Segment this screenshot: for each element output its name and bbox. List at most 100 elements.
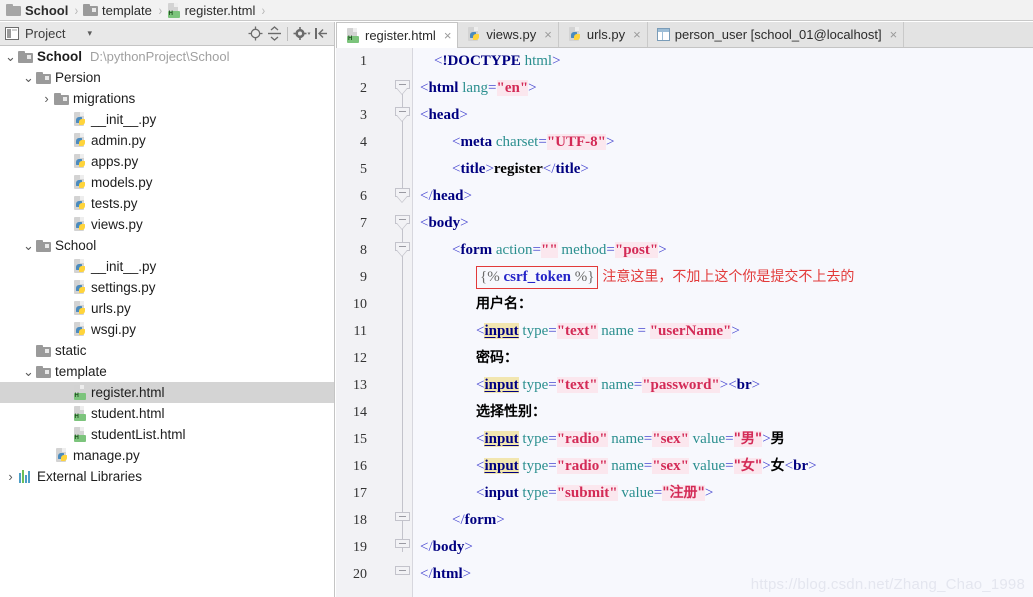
- tree-item-label: External Libraries: [37, 469, 143, 484]
- hide-panel-icon[interactable]: [312, 25, 330, 43]
- breadcrumb-item-template[interactable]: template: [83, 3, 152, 18]
- line-number: 4: [360, 135, 367, 150]
- pycharm-window: School › template › H register.html › Pr…: [0, 0, 1033, 597]
- close-icon[interactable]: ×: [890, 27, 898, 42]
- tree-item-label: manage.py: [73, 448, 140, 463]
- chevron-right-icon[interactable]: ›: [40, 91, 53, 106]
- tree-item-persion[interactable]: ⌄ Persion: [0, 67, 334, 88]
- tree-item-manage-py[interactable]: manage.py: [0, 445, 334, 466]
- breadcrumb-item-register-html[interactable]: H register.html: [167, 2, 255, 18]
- gutter-separator: [412, 48, 413, 597]
- line-number: 1: [360, 54, 367, 69]
- fold-toggle-icon[interactable]: [395, 107, 410, 123]
- line-number: 11: [353, 324, 367, 339]
- locate-in-tree-icon[interactable]: [246, 25, 264, 43]
- tag-head: head: [428, 107, 460, 123]
- code-content[interactable]: <!DOCTYPE html> <html lang="en"> <head> …: [414, 48, 1033, 597]
- tree-item-label: migrations: [73, 91, 136, 106]
- chevron-down-icon[interactable]: ⌄: [4, 50, 17, 63]
- tree-item-school[interactable]: ⌄ School D:\pythonProject\School: [0, 46, 334, 67]
- line-number: 8: [360, 243, 367, 258]
- tree-item-student-html[interactable]: Hstudent.html: [0, 403, 334, 424]
- fold-toggle-icon[interactable]: [395, 80, 410, 96]
- tree-item-wsgi-py[interactable]: wsgi.py: [0, 319, 334, 340]
- chevron-right-icon[interactable]: ›: [4, 469, 17, 484]
- collapse-all-icon[interactable]: [265, 25, 283, 43]
- python-file-icon: [568, 27, 582, 42]
- close-icon[interactable]: ×: [633, 27, 641, 42]
- breadcrumb-item-school[interactable]: School: [6, 3, 68, 18]
- django-csrf-token: csrf_token: [503, 269, 571, 286]
- tree-item-label: studentList.html: [91, 427, 186, 442]
- chevron-down-icon[interactable]: ▾: [87, 29, 92, 38]
- chevron-down-icon[interactable]: ⌄: [22, 365, 35, 378]
- fold-toggle-icon[interactable]: [395, 512, 410, 528]
- code-line-8: <form action="" method="post">: [452, 242, 667, 258]
- folder-icon: [6, 4, 21, 16]
- project-tree[interactable]: ⌄ School D:\pythonProject\School ⌄ Persion › m…: [0, 46, 335, 597]
- editor-tab-bar[interactable]: Hregister.html × views.py × urls.py × person_u…: [336, 22, 1033, 48]
- database-table-icon: [656, 28, 670, 41]
- tag-title-open: title: [460, 161, 486, 177]
- attr-lang: lang: [462, 80, 489, 96]
- attr-action: action: [495, 242, 533, 258]
- tree-item-template[interactable]: ⌄ template: [0, 361, 334, 382]
- tree-item-models-py[interactable]: models.py: [0, 172, 334, 193]
- tree-item-label: urls.py: [91, 301, 131, 316]
- line-number: 19: [353, 540, 367, 555]
- tree-item-studentlist-html[interactable]: HstudentList.html: [0, 424, 334, 445]
- tree-item-init-py[interactable]: __init__.py: [0, 256, 334, 277]
- editor-tab-label: register.html: [365, 28, 436, 43]
- editor-tab-person-user-school-01-localhost[interactable]: person_user [school_01@localhost] ×: [648, 22, 905, 47]
- close-icon[interactable]: ×: [544, 27, 552, 42]
- python-file-icon: [71, 175, 88, 190]
- fold-toggle-icon[interactable]: [395, 188, 410, 204]
- tree-item-admin-py[interactable]: admin.py: [0, 130, 334, 151]
- code-line-14: 选择性别：: [414, 399, 1033, 426]
- tree-item-settings-py[interactable]: settings.py: [0, 277, 334, 298]
- tree-item-migrations[interactable]: › migrations: [0, 88, 334, 109]
- tag-br: br: [736, 377, 752, 393]
- code-line-17: <input type="submit" value="注册">: [476, 485, 714, 501]
- tag-form: form: [460, 242, 493, 258]
- tree-item-school[interactable]: ⌄ School: [0, 235, 334, 256]
- tree-item-init-py[interactable]: __init__.py: [0, 109, 334, 130]
- close-icon[interactable]: ×: [444, 28, 452, 43]
- chevron-down-icon[interactable]: ⌄: [22, 71, 35, 84]
- tree-item-external-libraries[interactable]: › External Libraries: [0, 466, 334, 487]
- tree-item-views-py[interactable]: views.py: [0, 214, 334, 235]
- line-number: 6: [360, 189, 367, 204]
- code-folding-column[interactable]: [393, 48, 413, 597]
- html-file-icon: H: [71, 427, 88, 442]
- line-number: 3: [360, 108, 367, 123]
- python-file-icon: [71, 322, 88, 337]
- attr-type: type: [522, 485, 549, 501]
- tree-item-urls-py[interactable]: urls.py: [0, 298, 334, 319]
- editor-tab-label: views.py: [486, 27, 537, 42]
- code-editor[interactable]: 1 2 3 4 5 6 7 8 9 10 11 12 13 14 15 16 17 18 19 20 <!DOCTYP…: [336, 48, 1033, 597]
- tree-item-static[interactable]: static: [0, 340, 334, 361]
- fold-toggle-icon[interactable]: [395, 539, 410, 555]
- gear-icon[interactable]: [293, 25, 311, 43]
- folder-icon: [83, 4, 99, 16]
- editor-tab-register-html[interactable]: Hregister.html ×: [336, 22, 459, 48]
- tree-item-label: views.py: [91, 217, 143, 232]
- value-type-radio: "radio": [556, 431, 608, 447]
- editor-tab-urls-py[interactable]: urls.py ×: [559, 22, 648, 47]
- tree-item-register-html[interactable]: Hregister.html: [0, 382, 334, 403]
- breadcrumb-label: template: [102, 2, 152, 18]
- attr-value: value: [621, 485, 654, 501]
- value-type-radio: "radio": [556, 458, 608, 474]
- tree-item-apps-py[interactable]: apps.py: [0, 151, 334, 172]
- annotation-note: 注意这里，不加上这个你是提交不上去的: [602, 269, 855, 285]
- fold-toggle-icon[interactable]: [395, 566, 410, 582]
- fold-toggle-icon[interactable]: [395, 242, 410, 258]
- tag-meta: meta: [460, 134, 493, 150]
- editor-tab-views-py[interactable]: views.py ×: [458, 22, 559, 47]
- tree-item-tests-py[interactable]: tests.py: [0, 193, 334, 214]
- fold-toggle-icon[interactable]: [395, 215, 410, 231]
- label-username-text: 用户名：: [476, 296, 532, 312]
- library-icon: [17, 470, 34, 483]
- text-female: 女: [770, 458, 785, 474]
- chevron-down-icon[interactable]: ⌄: [22, 239, 35, 252]
